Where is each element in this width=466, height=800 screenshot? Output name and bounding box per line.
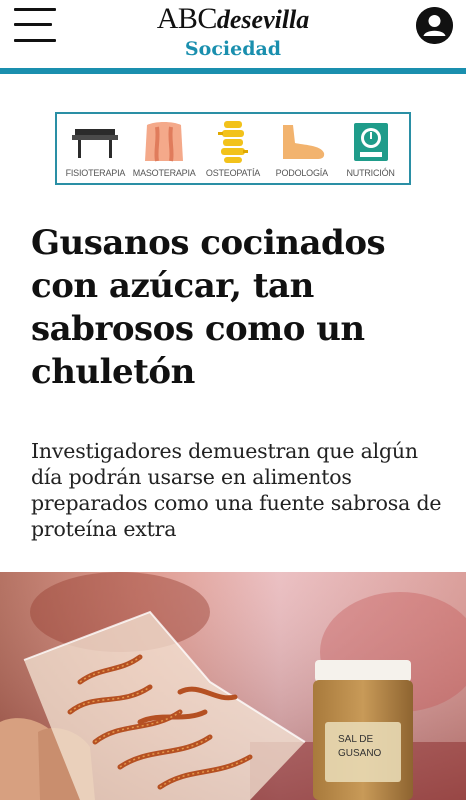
article-title: Gusanos cocinados con azúcar, tan sabros…	[31, 223, 386, 392]
ad-banner[interactable]: FISIOTERAPIA MASOTERAPIA OSTEOPATÍA PODO…	[55, 112, 411, 185]
ad-label: OSTEOPATÍA	[205, 168, 261, 178]
spine-icon	[205, 120, 261, 164]
ad-label: NUTRICIÓN	[346, 168, 395, 178]
ad-item-nutricion[interactable]: NUTRICIÓN	[337, 120, 405, 178]
ad-label: FISIOTERAPIA	[65, 168, 126, 178]
article-subtitle: Investigadores demuestran que algún día …	[31, 439, 442, 541]
nutrition-scale-icon	[343, 120, 399, 164]
logo-sub: desevilla	[216, 5, 310, 34]
ad-item-masoterapia[interactable]: MASOTERAPIA	[130, 120, 198, 178]
ad-item-podologia[interactable]: PODOLOGÍA	[268, 120, 336, 178]
ad-item-osteopatia[interactable]: OSTEOPATÍA	[199, 120, 267, 178]
ad-item-fisioterapia[interactable]: FISIOTERAPIA	[61, 120, 129, 178]
ad-label: MASOTERAPIA	[132, 168, 196, 178]
foot-icon	[274, 120, 330, 164]
jar-label-line1: SAL DE	[338, 734, 374, 745]
user-account-icon[interactable]	[416, 7, 453, 44]
section-link[interactable]: Sociedad	[0, 38, 466, 60]
massage-table-icon	[67, 120, 123, 164]
logo-main: ABC	[156, 2, 218, 35]
jar-label-line2: GUSANO	[338, 748, 382, 759]
article-photo[interactable]: SAL DE GUSANO	[0, 572, 466, 800]
back-massage-icon	[136, 120, 192, 164]
ad-label: PODOLOGÍA	[275, 168, 328, 178]
header-divider	[0, 68, 466, 74]
site-header: ABCdesevilla Sociedad	[0, 0, 466, 68]
site-logo[interactable]: ABCdesevilla	[0, 2, 466, 36]
